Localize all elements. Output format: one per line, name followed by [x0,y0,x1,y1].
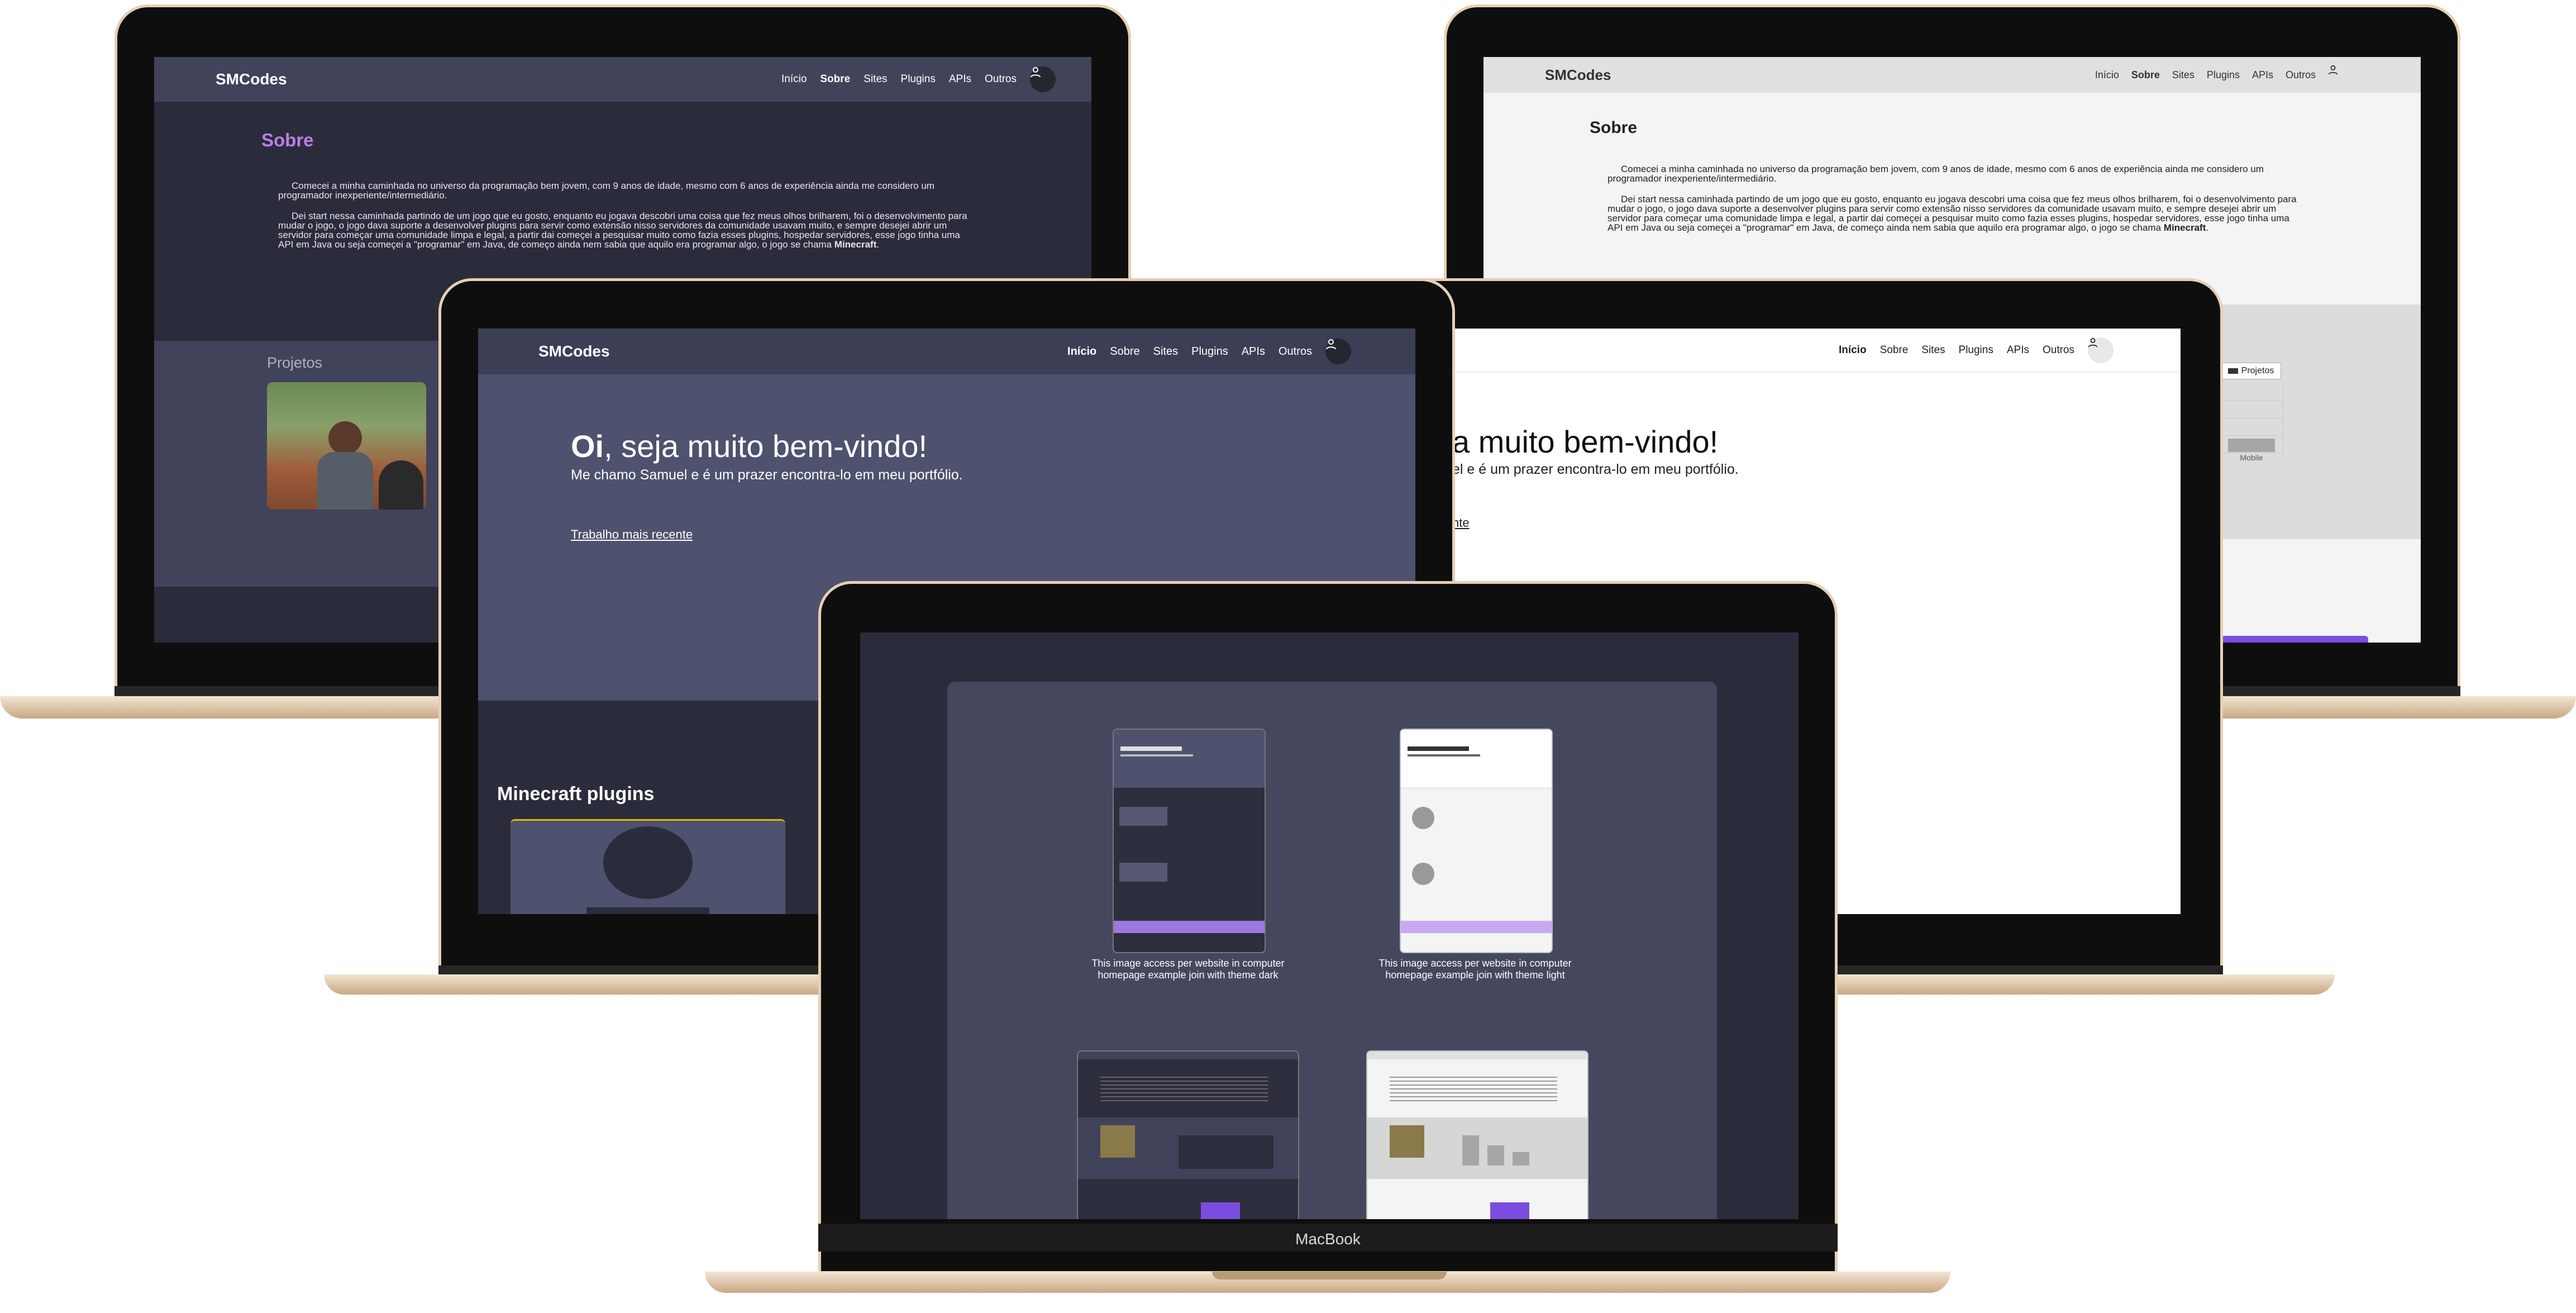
page-title: Sobre [261,130,314,150]
site-nav: SMCodes Início Sobre Sites Plugins APIs … [154,57,1091,102]
nav-item-sites[interactable]: Sites [1921,344,1945,356]
nav-menu: Início Sobre Sites Plugins APIs Outros [781,66,1056,92]
nav-item-inicio[interactable]: Início [1839,344,1867,356]
home-greeting: a muito bem-vindo! [1452,424,1719,459]
nav-item-outros[interactable]: Outros [2043,344,2074,356]
nav-item-sites[interactable]: Sites [1153,345,1178,358]
plugins-heading: Minecraft plugins [497,783,655,805]
nav-item-sites[interactable]: Sites [2172,69,2195,81]
latest-work-link[interactable]: Trabalho mais recente [571,527,693,542]
site-nav: Início Sobre Sites Plugins APIs Outros [1408,329,2181,372]
screen-showcase: This image access per website in compute… [860,632,1799,1219]
profile-photo [267,382,426,510]
nav-item-sobre[interactable]: Sobre [1880,344,1909,356]
nav-item-plugins[interactable]: Plugins [1959,344,1993,356]
nav-item-sobre[interactable]: Sobre [2131,69,2160,81]
nav-item-sobre[interactable]: Sobre [1110,345,1139,358]
thumbnail-light-about[interactable] [1366,1050,1588,1219]
about-paragraph-2-strong: Minecraft [2163,222,2206,233]
nav-item-apis[interactable]: APIs [2007,344,2029,356]
user-icon[interactable] [2088,337,2114,363]
greeting-rest: , seja muito bem-vindo! [604,429,928,464]
thumbnail-dark-home[interactable] [1113,729,1266,953]
chart-bar-mobile [2228,439,2275,452]
nav-item-plugins[interactable]: Plugins [2207,69,2240,81]
nav-item-outros[interactable]: Outros [2286,69,2316,81]
nav-item-apis[interactable]: APIs [1242,345,1265,358]
about-text: Comecei a minha caminhada no universo da… [278,181,976,249]
legend-swatch [2227,368,2238,374]
brand-logo[interactable]: SMCodes [538,342,610,360]
nav-menu: Início Sobre Sites Plugins APIs Outros [1839,337,2114,363]
nav-item-apis[interactable]: APIs [2252,69,2273,81]
caption-dark: This image access per website in compute… [1091,958,1285,981]
nav-menu: Início Sobre Sites Plugins APIs Outros [1067,339,1351,364]
thumbnail-dark-about[interactable] [1077,1050,1299,1219]
nav-item-sobre[interactable]: Sobre [820,73,850,85]
about-paragraph-2-strong: Minecraft [834,239,877,250]
nav-item-inicio[interactable]: Início [2095,69,2119,81]
brand-logo[interactable]: SMCodes [1545,66,1611,84]
projects-label: Projetos [267,354,323,371]
nav-menu: Início Sobre Sites Plugins APIs Outros [2095,65,2348,85]
purple-card-edge [2217,636,2368,643]
chart-legend: Projetos [2221,363,2281,379]
nav-item-outros[interactable]: Outros [1279,345,1312,358]
user-icon[interactable] [1030,66,1056,92]
caption-light: This image access per website in compute… [1378,958,1572,981]
thumbnail-light-home[interactable] [1400,729,1553,953]
home-subtitle: Me chamo Samuel e é um prazer encontra-l… [571,467,963,483]
plugin-card-image [603,826,693,899]
about-paragraph-1: Comecei a minha caminhada no universo da… [278,180,934,201]
user-icon[interactable] [2328,65,2348,85]
about-paragraph-1: Comecei a minha caminhada no universo da… [1607,164,2264,184]
about-paragraph-2: Dei start nessa caminhada partindo de um… [278,211,967,250]
home-greeting: Oi, seja muito bem-vindo! [571,428,927,464]
nav-item-apis[interactable]: APIs [949,73,971,85]
user-icon[interactable] [1325,339,1351,364]
nav-item-plugins[interactable]: Plugins [901,73,936,85]
site-nav: SMCodes Início Sobre Sites Plugins APIs … [478,329,1415,374]
device-label: MacBook [1295,1230,1361,1248]
page-title: Sobre [1590,118,1638,137]
chart-category-label: Mobile [2240,453,2263,462]
nav-item-inicio[interactable]: Início [781,73,807,85]
nav-item-inicio[interactable]: Início [1067,345,1096,358]
keyboard-hinge: MacBook [818,1224,1838,1252]
site-nav: SMCodes Início Sobre Sites Plugins APIs … [1483,57,2421,93]
greeting-strong: Oi [571,429,604,464]
plugin-card[interactable] [511,819,785,914]
showcase-panel: This image access per website in compute… [947,682,1717,1219]
nav-item-sites[interactable]: Sites [864,73,887,85]
legend-label: Projetos [2241,366,2274,375]
about-text: Comecei a minha caminhada no universo da… [1607,164,2306,232]
nav-item-plugins[interactable]: Plugins [1191,345,1228,358]
brand-logo[interactable]: SMCodes [216,70,287,88]
about-paragraph-2: Dei start nessa caminhada partindo de um… [1607,194,2297,233]
home-subtitle: el e é um prazer encontra-lo em meu port… [1452,462,1739,477]
plugin-card-bar [586,907,709,914]
laptop-notch [1212,1272,1447,1279]
nav-item-outros[interactable]: Outros [985,73,1017,85]
